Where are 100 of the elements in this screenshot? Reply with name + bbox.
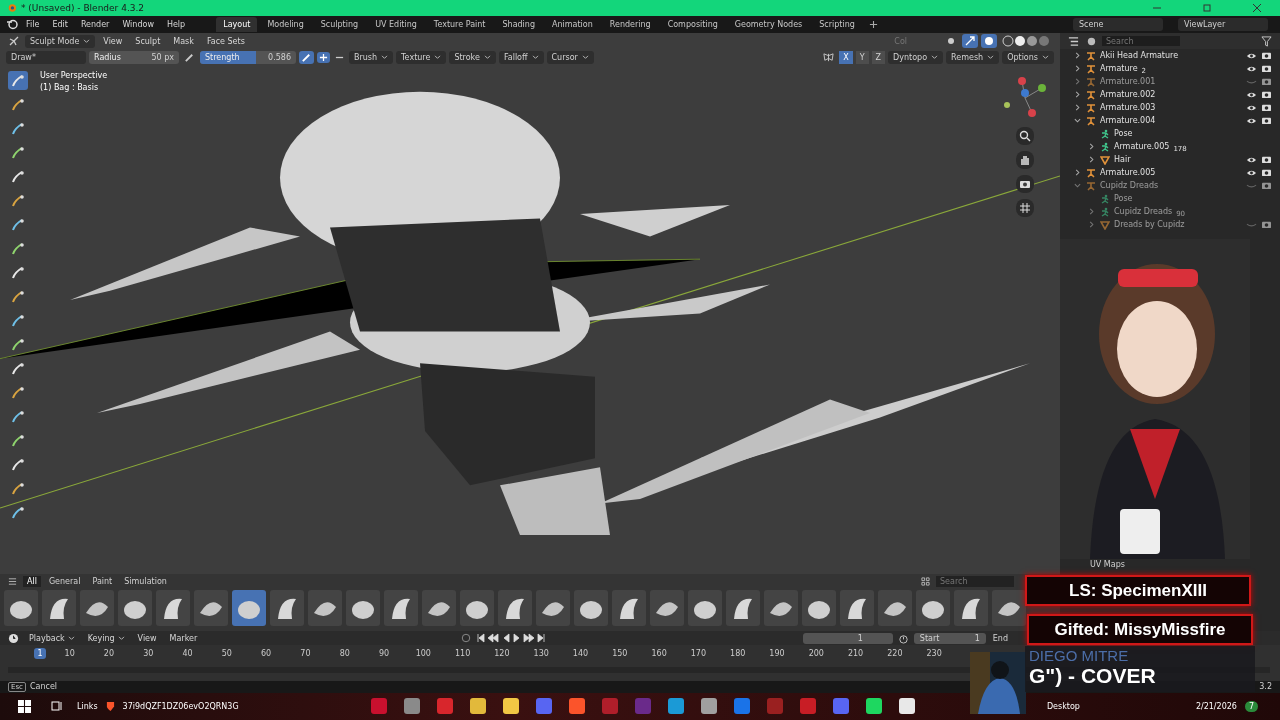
outliner-item[interactable]: Armature <box>1100 64 1138 74</box>
workspace-tab[interactable]: Geometry Nodes <box>727 16 810 32</box>
brush-thumbnail[interactable] <box>232 590 266 627</box>
popover-menu[interactable]: Options <box>1002 50 1054 64</box>
popover-menu[interactable]: Falloff <box>498 50 544 64</box>
zoom-icon[interactable] <box>1016 127 1034 146</box>
brush-thumbnail[interactable] <box>612 590 646 627</box>
eye-icon[interactable] <box>1246 103 1257 112</box>
outliner-item[interactable]: Armature.005 <box>1114 142 1170 152</box>
search-field[interactable]: Search <box>936 575 1014 587</box>
axis-toggle[interactable]: Y <box>855 50 869 64</box>
brush-thumbnail[interactable] <box>650 590 684 627</box>
brush-thumbnail[interactable] <box>118 590 152 627</box>
menu-item[interactable]: Window <box>117 18 159 30</box>
brush-thumbnail[interactable] <box>954 590 988 627</box>
brush-thumbnail[interactable] <box>422 590 456 627</box>
workspace-tab[interactable]: Shading <box>495 16 542 32</box>
axis-toggle[interactable]: Z <box>871 50 886 64</box>
popover-menu[interactable]: Cursor <box>546 50 594 64</box>
shelf-tab[interactable]: Simulation <box>120 575 171 587</box>
start-frame-field[interactable]: Start 1 <box>913 632 986 644</box>
eye-icon[interactable] <box>1246 90 1257 99</box>
menu-item[interactable]: Playback <box>24 632 80 644</box>
brush-thumbnail[interactable] <box>536 590 570 627</box>
eye-icon[interactable] <box>1246 51 1257 60</box>
workspace-tab[interactable]: Animation <box>545 16 600 32</box>
playback-controls-drawing[interactable] <box>476 633 546 643</box>
eye-icon[interactable] <box>1246 168 1257 177</box>
outliner-item[interactable]: Pose <box>1114 194 1133 204</box>
end-frame-field[interactable]: End <box>988 632 1012 644</box>
eye-icon[interactable] <box>1246 64 1257 73</box>
menu-item[interactable]: View <box>132 632 162 644</box>
caret-icon[interactable] <box>1074 169 1081 177</box>
menu-icon[interactable] <box>6 575 19 587</box>
brush-thumbnail[interactable] <box>4 590 38 627</box>
brush-thumbnail[interactable] <box>346 590 380 627</box>
workspace-tab[interactable]: Compositing <box>660 16 725 32</box>
workspace-tab[interactable]: UV Editing <box>368 16 424 32</box>
toolbar-label[interactable]: Desktop <box>1046 701 1080 711</box>
caret-icon[interactable] <box>1088 221 1095 229</box>
camera-icon[interactable] <box>1261 181 1272 191</box>
camera-icon[interactable] <box>1261 77 1272 87</box>
popover-menu[interactable]: Remesh <box>946 50 1000 64</box>
brush-thumbnail[interactable] <box>498 590 532 627</box>
scene-selector[interactable]: Scene <box>1073 17 1163 31</box>
shelf-tab[interactable]: All <box>23 575 41 587</box>
menu-item[interactable]: Marker <box>164 632 203 644</box>
search-field[interactable]: Search <box>1102 36 1180 47</box>
current-frame-field[interactable]: 1 <box>802 632 893 644</box>
outliner-item[interactable]: Cupidz Dreads <box>1100 181 1159 191</box>
caret-icon[interactable] <box>1074 117 1081 125</box>
camera-icon[interactable] <box>1016 175 1034 194</box>
view-layer-selector[interactable]: ViewLayer <box>1178 17 1268 31</box>
brush-thumbnail[interactable] <box>916 590 950 627</box>
popover-menu[interactable]: Stroke <box>449 50 496 64</box>
camera-icon[interactable] <box>1261 116 1272 126</box>
mode-dropdown[interactable]: Sculpt Mode <box>25 34 96 48</box>
app-icon[interactable] <box>700 698 717 715</box>
workspace-tab[interactable]: Modeling <box>260 16 311 32</box>
brush-thumbnail[interactable] <box>802 590 836 627</box>
filter-icon[interactable] <box>1259 34 1274 48</box>
notification-badge[interactable]: 7 <box>1244 700 1258 712</box>
caret-icon[interactable] <box>1074 78 1081 86</box>
eye-icon[interactable] <box>1246 116 1257 125</box>
app-icon[interactable] <box>502 698 519 715</box>
brush-thumbnail[interactable] <box>156 590 190 627</box>
camera-icon[interactable] <box>1261 155 1272 165</box>
menu-item[interactable]: Sculpt <box>130 35 166 47</box>
popover-menu[interactable]: Brush <box>349 50 394 64</box>
workspace-tab[interactable]: Texture Paint <box>426 16 493 32</box>
camera-icon[interactable] <box>1261 220 1272 230</box>
brush-dropdown[interactable]: Draw* <box>6 50 86 64</box>
menu-item[interactable]: View <box>98 35 128 47</box>
caret-icon[interactable] <box>1074 104 1081 112</box>
outliner-item[interactable]: Armature.001 <box>1100 77 1156 87</box>
brush-thumbnail[interactable] <box>308 590 342 627</box>
brush-thumbnail[interactable] <box>80 590 114 627</box>
brush-thumbnail[interactable] <box>688 590 722 627</box>
brush-thumbnail[interactable] <box>460 590 494 627</box>
menu-item[interactable]: File <box>21 18 45 30</box>
outliner-item[interactable]: Armature.005 <box>1100 168 1156 178</box>
brush-thumbnail[interactable] <box>878 590 912 627</box>
caret-icon[interactable] <box>1088 143 1095 151</box>
eye-icon[interactable] <box>1246 155 1257 164</box>
caret-icon[interactable] <box>1074 52 1081 60</box>
brush-thumbnail[interactable] <box>726 590 760 627</box>
browser-tab-title[interactable]: 37i9dQZF1DZ06evO2QRN3G <box>122 701 239 711</box>
app-icon[interactable] <box>469 698 486 715</box>
caret-icon[interactable] <box>1088 156 1095 164</box>
shelf-tab[interactable]: Paint <box>88 575 117 587</box>
brush-thumbnail[interactable] <box>42 590 76 627</box>
outliner-item[interactable]: Hair <box>1114 155 1131 165</box>
popover-menu[interactable]: Texture <box>396 50 447 64</box>
caret-icon[interactable] <box>1074 65 1081 73</box>
clock-icon[interactable] <box>6 631 21 645</box>
caret-icon[interactable] <box>1074 182 1081 190</box>
brush-thumbnail[interactable] <box>992 590 1026 627</box>
outliner-item[interactable]: Akii Head Armature <box>1100 51 1179 61</box>
camera-icon[interactable] <box>1261 51 1272 61</box>
app-icon[interactable] <box>865 698 882 715</box>
